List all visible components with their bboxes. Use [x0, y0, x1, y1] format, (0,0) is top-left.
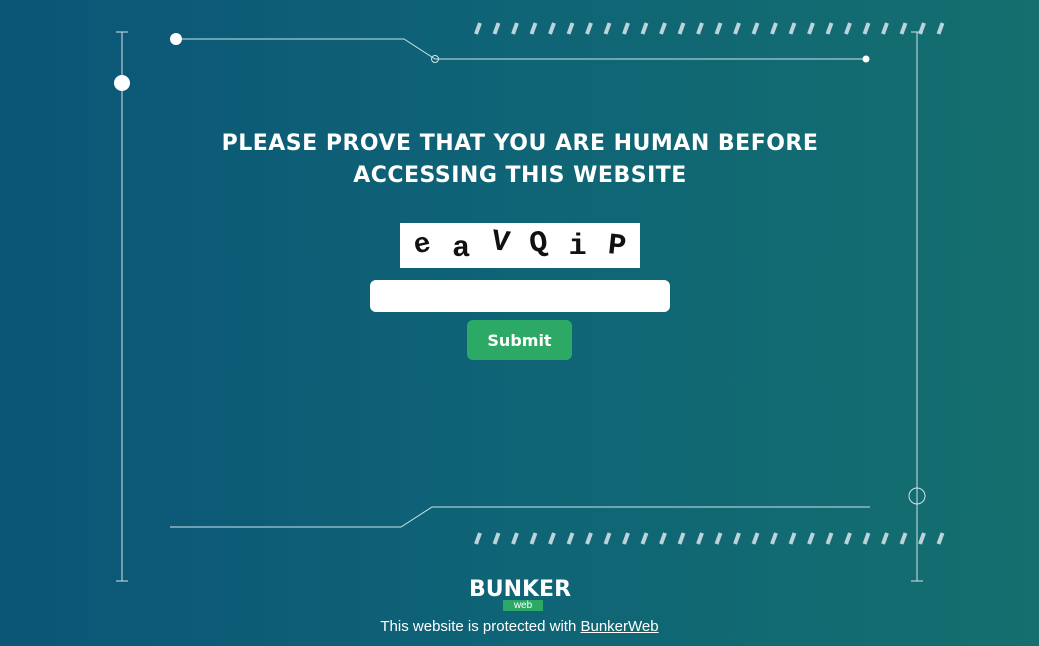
decorative-dash	[696, 532, 704, 545]
decorative-dash	[788, 22, 797, 35]
decorative-dash	[548, 532, 556, 545]
footer-text: This website is protected with	[380, 618, 577, 635]
captcha-char: e	[411, 228, 435, 263]
decorative-dash	[825, 532, 834, 545]
decorative-dash	[751, 22, 760, 35]
decorative-dash	[585, 22, 593, 35]
captcha-char: V	[489, 224, 512, 261]
decorative-dash	[603, 22, 612, 35]
bunkerweb-logo: BUNKER web	[463, 578, 577, 612]
submit-button[interactable]: Submit	[467, 320, 572, 360]
decorative-dash	[862, 22, 871, 35]
decorative-dash	[936, 532, 945, 545]
decorative-dash	[751, 532, 760, 545]
decorative-dash	[825, 22, 834, 35]
decorative-dash	[677, 532, 686, 545]
decorative-dash	[844, 532, 852, 545]
decorative-dash	[936, 22, 945, 35]
decorative-dash	[807, 22, 815, 35]
decorative-dash	[899, 532, 908, 545]
logo-title: BUNKER	[468, 577, 572, 602]
decorative-dash	[733, 532, 741, 545]
footer: This website is protected with BunkerWeb	[0, 618, 1039, 635]
decorative-dash	[881, 22, 889, 35]
captcha-answer-input[interactable]	[370, 280, 670, 312]
logo-subtitle: web	[503, 600, 543, 611]
decorative-dash	[585, 532, 593, 545]
decorative-dash	[640, 22, 649, 35]
decorative-dash	[548, 22, 556, 35]
decorative-dash	[659, 22, 667, 35]
decorative-dash	[714, 22, 723, 35]
decorative-dash	[788, 532, 797, 545]
decorative-dash	[844, 22, 852, 35]
decorative-dash	[622, 532, 630, 545]
decorative-dash	[714, 532, 723, 545]
decorative-dash	[862, 532, 871, 545]
decorative-dash	[511, 22, 519, 35]
decorative-dash	[529, 532, 538, 545]
decorative-dash	[529, 22, 538, 35]
decorative-dash	[474, 532, 482, 545]
decorative-dash	[918, 532, 926, 545]
decorative-dash	[918, 22, 926, 35]
decorative-dash	[566, 22, 575, 35]
decorative-dash	[733, 22, 741, 35]
decorative-dash	[640, 532, 649, 545]
decorative-dash	[770, 22, 778, 35]
captcha-char: i	[568, 229, 587, 264]
captcha-char: a	[452, 231, 471, 266]
decorative-dash	[603, 532, 612, 545]
decorative-dash	[511, 532, 519, 545]
decorative-dash	[659, 532, 667, 545]
decorative-dash	[492, 532, 501, 545]
bunkerweb-link[interactable]: BunkerWeb	[580, 618, 658, 635]
decorative-dash	[899, 22, 908, 35]
decorative-dash	[566, 532, 575, 545]
captcha-char: P	[605, 228, 628, 265]
captcha-char: Q	[527, 225, 550, 262]
captcha-image: e a V Q i P	[400, 223, 640, 268]
decorative-dash	[622, 22, 630, 35]
decorative-dash	[807, 532, 815, 545]
decorative-dash	[677, 22, 686, 35]
decorative-dash	[770, 532, 778, 545]
decorative-dash	[881, 532, 889, 545]
decorative-dash	[696, 22, 704, 35]
page-title: PLEASE PROVE THAT YOU ARE HUMAN BEFORE A…	[221, 131, 819, 188]
decorative-dash	[492, 22, 501, 35]
decorative-dash	[474, 22, 482, 35]
